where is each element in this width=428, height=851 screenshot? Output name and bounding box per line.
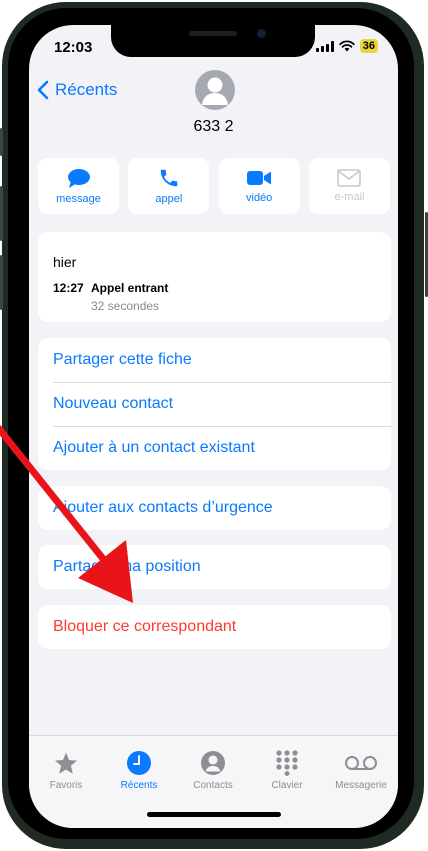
new-contact-button[interactable]: Nouveau contact [38,382,391,426]
front-camera [257,29,266,38]
tab-favorites-label: Favoris [49,780,83,791]
person-silhouette-icon [202,77,228,105]
notch [111,25,315,57]
tab-keypad-label: Clavier [271,780,303,791]
tab-voicemail-label: Messagerie [335,780,387,791]
video-icon [247,171,272,185]
message-icon [67,168,90,188]
signal-icon [315,40,334,52]
tab-contacts-label: Contacts [193,780,233,791]
mail-icon [337,169,362,187]
video-label: vidéo [246,192,273,204]
emergency-group: Ajouter aux contacts d’urgence [38,486,391,530]
message-label: message [56,192,101,205]
share-location-button[interactable]: Partager ma position [38,545,391,589]
block-caller-button[interactable]: Bloquer ce correspondant [38,605,391,649]
star-icon [55,752,77,774]
call-history-card: hier 12:27 Appel entrant 32 secondes [38,232,391,322]
history-day: hier [53,254,77,270]
call-button[interactable]: appel [128,158,210,214]
clock-icon [127,751,151,775]
avatar [195,70,235,110]
add-to-existing-contact-button[interactable]: Ajouter à un contact existant [38,426,391,470]
tab-keypad[interactable]: Clavier [252,750,322,791]
email-button[interactable]: e-mail [308,158,390,214]
tab-contacts[interactable]: Contacts [178,750,248,791]
person-icon [201,751,225,775]
wifi-icon [339,40,355,52]
tab-favorites[interactable]: Favoris [31,750,101,791]
tab-recents[interactable]: Récents [104,750,174,791]
tab-recents-label: Récents [120,780,158,791]
home-indicator [147,812,281,817]
location-group: Partager ma position [38,545,391,589]
chevron-left-icon [37,80,49,100]
status-time: 12:03 [54,39,93,56]
phone-screen: 12:03 36 Récents 633 2 message appel vid… [29,25,398,828]
block-group: Bloquer ce correspondant [38,605,391,649]
history-duration: 32 secondes [91,299,160,313]
battery-indicator: 36 [359,39,378,53]
history-call-type: Appel entrant [91,281,169,295]
keypad-icon [276,750,298,776]
history-time: 12:27 [53,281,84,295]
phone-icon [160,169,178,187]
side-button-left-1 [0,128,3,156]
back-label: Récents [55,80,118,99]
side-button-left-3 [0,255,3,310]
status-icons: 36 [315,39,378,53]
contact-actions-group: Partager cette fiche Nouveau contact Ajo… [38,338,391,470]
contact-name: 633 2 [193,118,234,135]
share-card-button[interactable]: Partager cette fiche [38,338,391,382]
message-button[interactable]: message [38,158,119,214]
side-button-left-2 [0,186,3,241]
speaker [189,31,237,36]
video-button[interactable]: vidéo [218,158,300,214]
add-emergency-contact-button[interactable]: Ajouter aux contacts d’urgence [38,486,391,530]
quick-actions: message appel vidéo e-mail [38,158,390,214]
tab-voicemail[interactable]: Messagerie [326,750,396,791]
call-label: appel [155,193,183,205]
back-button[interactable]: Récents [37,80,117,100]
voicemail-icon [345,756,377,770]
email-label: e-mail [334,191,365,203]
